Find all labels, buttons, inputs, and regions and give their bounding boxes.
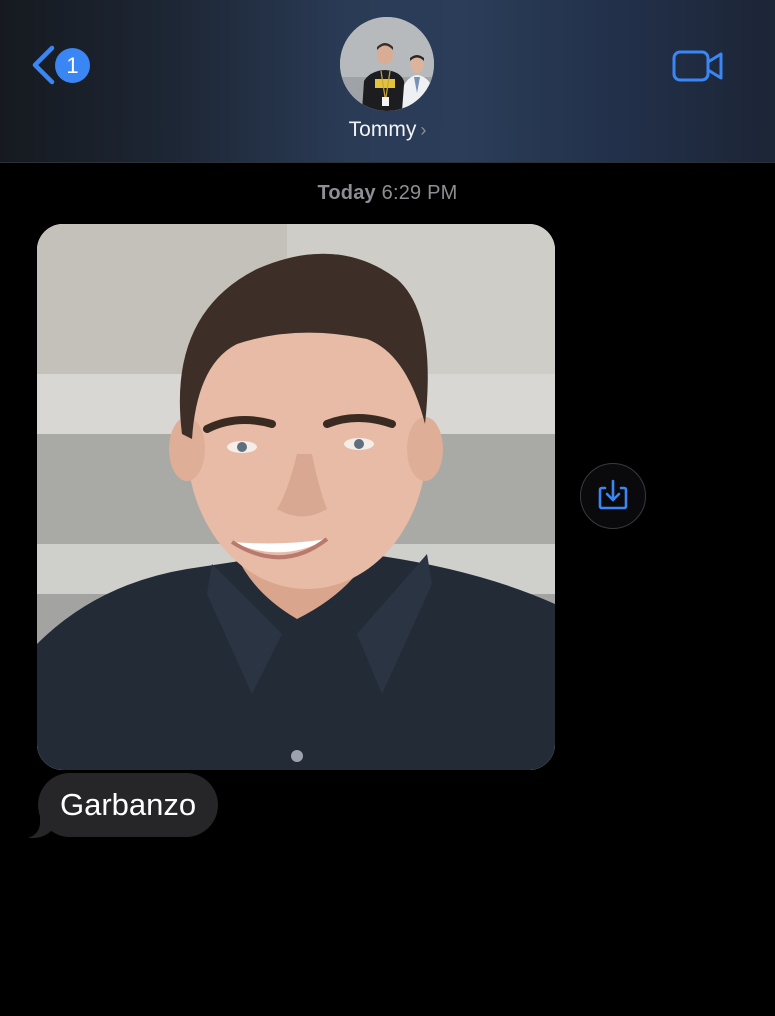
video-camera-icon [672, 50, 723, 82]
avatar-photo [340, 17, 434, 111]
unread-count-badge: 1 [55, 48, 90, 83]
contact-avatar[interactable] [340, 17, 434, 111]
incoming-text-message[interactable]: Garbanzo [38, 773, 219, 837]
facetime-video-button[interactable] [670, 46, 726, 86]
chevron-right-icon: › [420, 120, 427, 140]
save-image-button[interactable] [580, 463, 646, 529]
contact-name: Tommy [348, 118, 417, 141]
conversation-header: 1 Tommy › [0, 0, 775, 163]
save-download-icon [598, 479, 628, 510]
timestamp-time: 6:29 PM [381, 182, 458, 204]
portrait-photo [37, 224, 555, 770]
back-button[interactable]: 1 [28, 44, 98, 88]
contact-name-button[interactable]: Tommy › [300, 118, 475, 148]
image-message[interactable] [37, 224, 555, 770]
message-timestamp: Today 6:29 PM [0, 182, 775, 205]
chevron-left-icon [32, 45, 55, 85]
timestamp-day: Today [317, 182, 376, 204]
